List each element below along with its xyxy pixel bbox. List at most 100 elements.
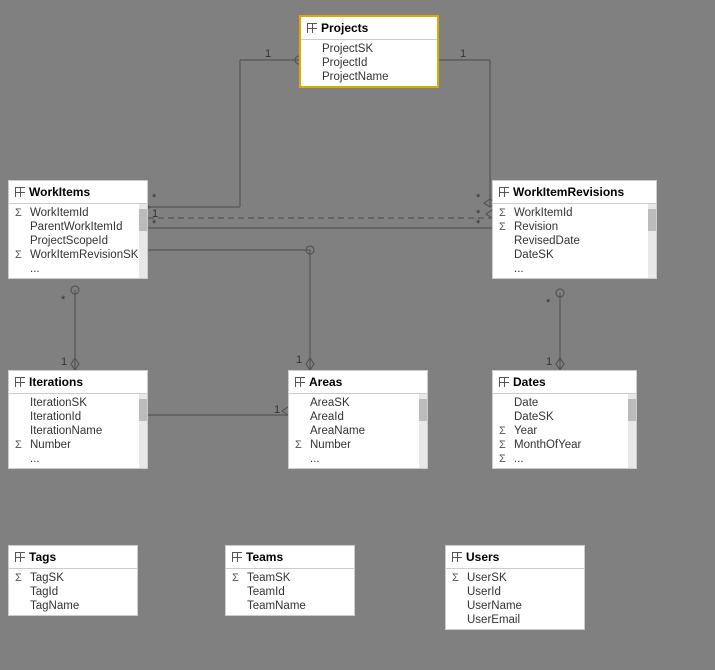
table-row: Σ ... — [493, 452, 636, 466]
table-teams-title: Teams — [246, 550, 283, 564]
label-1-areas2: 1 — [274, 404, 280, 416]
table-iterations[interactable]: Iterations IterationSK IterationId Itera… — [8, 370, 148, 469]
scrollbar[interactable] — [419, 394, 427, 468]
table-icon — [295, 377, 305, 387]
table-row: TeamName — [226, 599, 354, 613]
table-row: Σ Year — [493, 424, 636, 438]
scrollbar-thumb — [139, 399, 147, 421]
scrollbar[interactable] — [139, 204, 147, 278]
table-row: AreaName — [289, 424, 427, 438]
table-row: Σ MonthOfYear — [493, 438, 636, 452]
table-row: ProjectName — [301, 70, 437, 84]
table-dates-header: Dates — [493, 371, 636, 394]
table-row: UserName — [446, 599, 584, 613]
table-areas-title: Areas — [309, 375, 342, 389]
table-row: UserId — [446, 585, 584, 599]
table-users-body: Σ UserSK UserId UserName UserEmail — [446, 569, 584, 629]
table-users-title: Users — [466, 550, 499, 564]
table-users[interactable]: Users Σ UserSK UserId UserName UserEmail — [445, 545, 585, 630]
table-row: RevisedDate — [493, 234, 656, 248]
table-icon — [232, 552, 242, 562]
table-row: IterationName — [9, 424, 147, 438]
table-row: AreaSK — [289, 396, 427, 410]
label-star-wi2: * — [152, 218, 156, 230]
table-tags-header: Tags — [9, 546, 137, 569]
table-row: AreaId — [289, 410, 427, 424]
table-row: ... — [289, 452, 427, 466]
scrollbar-thumb — [139, 209, 147, 231]
table-row: Date — [493, 396, 636, 410]
scrollbar-thumb — [419, 399, 427, 421]
table-tags[interactable]: Tags Σ TagSK TagId TagName — [8, 545, 138, 616]
label-1-projects-wi: 1 — [265, 48, 271, 60]
table-row: ... — [9, 452, 147, 466]
scrollbar-thumb — [628, 399, 636, 421]
scrollbar[interactable] — [628, 394, 636, 468]
table-row: Σ Number — [289, 438, 427, 452]
table-icon — [499, 377, 509, 387]
table-projects[interactable]: Projects ProjectSK ProjectId ProjectName — [299, 15, 439, 88]
table-workitemrevisions-body: Σ WorkItemId Σ Revision RevisedDate Date… — [493, 204, 656, 278]
table-tags-title: Tags — [29, 550, 56, 564]
table-workitemrevisions[interactable]: WorkItemRevisions Σ WorkItemId Σ Revisio… — [492, 180, 657, 279]
scrollbar-thumb — [648, 209, 656, 231]
label-star-wir2: * — [476, 218, 480, 230]
table-row: Σ WorkItemRevisionSK — [9, 248, 147, 262]
table-dates-title: Dates — [513, 375, 546, 389]
table-row: UserEmail — [446, 613, 584, 627]
table-teams[interactable]: Teams Σ TeamSK TeamId TeamName — [225, 545, 355, 616]
table-row: TeamId — [226, 585, 354, 599]
table-areas-header: Areas — [289, 371, 427, 394]
table-row: Σ TagSK — [9, 571, 137, 585]
label-star-wir: * — [476, 192, 480, 204]
label-star-wi-iter: * — [61, 294, 65, 306]
table-projects-body: ProjectSK ProjectId ProjectName — [301, 40, 437, 86]
table-row: IterationId — [9, 410, 147, 424]
table-teams-body: Σ TeamSK TeamId TeamName — [226, 569, 354, 615]
table-iterations-body: IterationSK IterationId IterationName Σ … — [9, 394, 147, 468]
table-row: Σ Revision — [493, 220, 656, 234]
table-icon — [15, 552, 25, 562]
table-iterations-header: Iterations — [9, 371, 147, 394]
table-row: Σ Number — [9, 438, 147, 452]
table-row: ProjectScopeId — [9, 234, 147, 248]
table-workitems[interactable]: WorkItems Σ WorkItemId ParentWorkItemId … — [8, 180, 148, 279]
label-star-dates: * — [546, 297, 550, 309]
table-users-header: Users — [446, 546, 584, 569]
label-1-dates: 1 — [546, 356, 552, 368]
table-row: ProjectId — [301, 56, 437, 70]
table-teams-header: Teams — [226, 546, 354, 569]
label-1-projects-wir: 1 — [460, 48, 466, 60]
table-row: DateSK — [493, 410, 636, 424]
table-workitemrevisions-title: WorkItemRevisions — [513, 185, 624, 199]
table-dates-body: Date DateSK Σ Year Σ MonthOfYear Σ ... — [493, 394, 636, 468]
table-projects-title: Projects — [321, 21, 368, 35]
table-icon — [15, 187, 25, 197]
table-row: ProjectSK — [301, 42, 437, 56]
table-row: Σ UserSK — [446, 571, 584, 585]
table-row: IterationSK — [9, 396, 147, 410]
table-icon — [452, 552, 462, 562]
table-projects-header: Projects — [301, 17, 437, 40]
table-row: Σ WorkItemId — [493, 206, 656, 220]
table-row: ... — [9, 262, 147, 276]
table-row: ParentWorkItemId — [9, 220, 147, 234]
table-row: TagId — [9, 585, 137, 599]
table-row: Σ TeamSK — [226, 571, 354, 585]
table-icon — [15, 377, 25, 387]
scrollbar[interactable] — [139, 394, 147, 468]
table-dates[interactable]: Dates Date DateSK Σ Year Σ MonthOfYear Σ… — [492, 370, 637, 469]
label-1-iter: 1 — [61, 356, 67, 368]
label-1-areas: 1 — [296, 354, 302, 366]
table-row: TagName — [9, 599, 137, 613]
table-workitems-header: WorkItems — [9, 181, 147, 204]
table-tags-body: Σ TagSK TagId TagName — [9, 569, 137, 615]
table-row: ... — [493, 262, 656, 276]
diagram-canvas: 1 * 1 * 1 * * * * 1 1 * 1 1 1 Projects P… — [0, 0, 715, 670]
table-areas[interactable]: Areas AreaSK AreaId AreaName Σ Number ..… — [288, 370, 428, 469]
table-icon — [499, 187, 509, 197]
table-row: Σ WorkItemId — [9, 206, 147, 220]
scrollbar[interactable] — [648, 204, 656, 278]
table-workitems-body: Σ WorkItemId ParentWorkItemId ProjectSco… — [9, 204, 147, 278]
table-workitemrevisions-header: WorkItemRevisions — [493, 181, 656, 204]
